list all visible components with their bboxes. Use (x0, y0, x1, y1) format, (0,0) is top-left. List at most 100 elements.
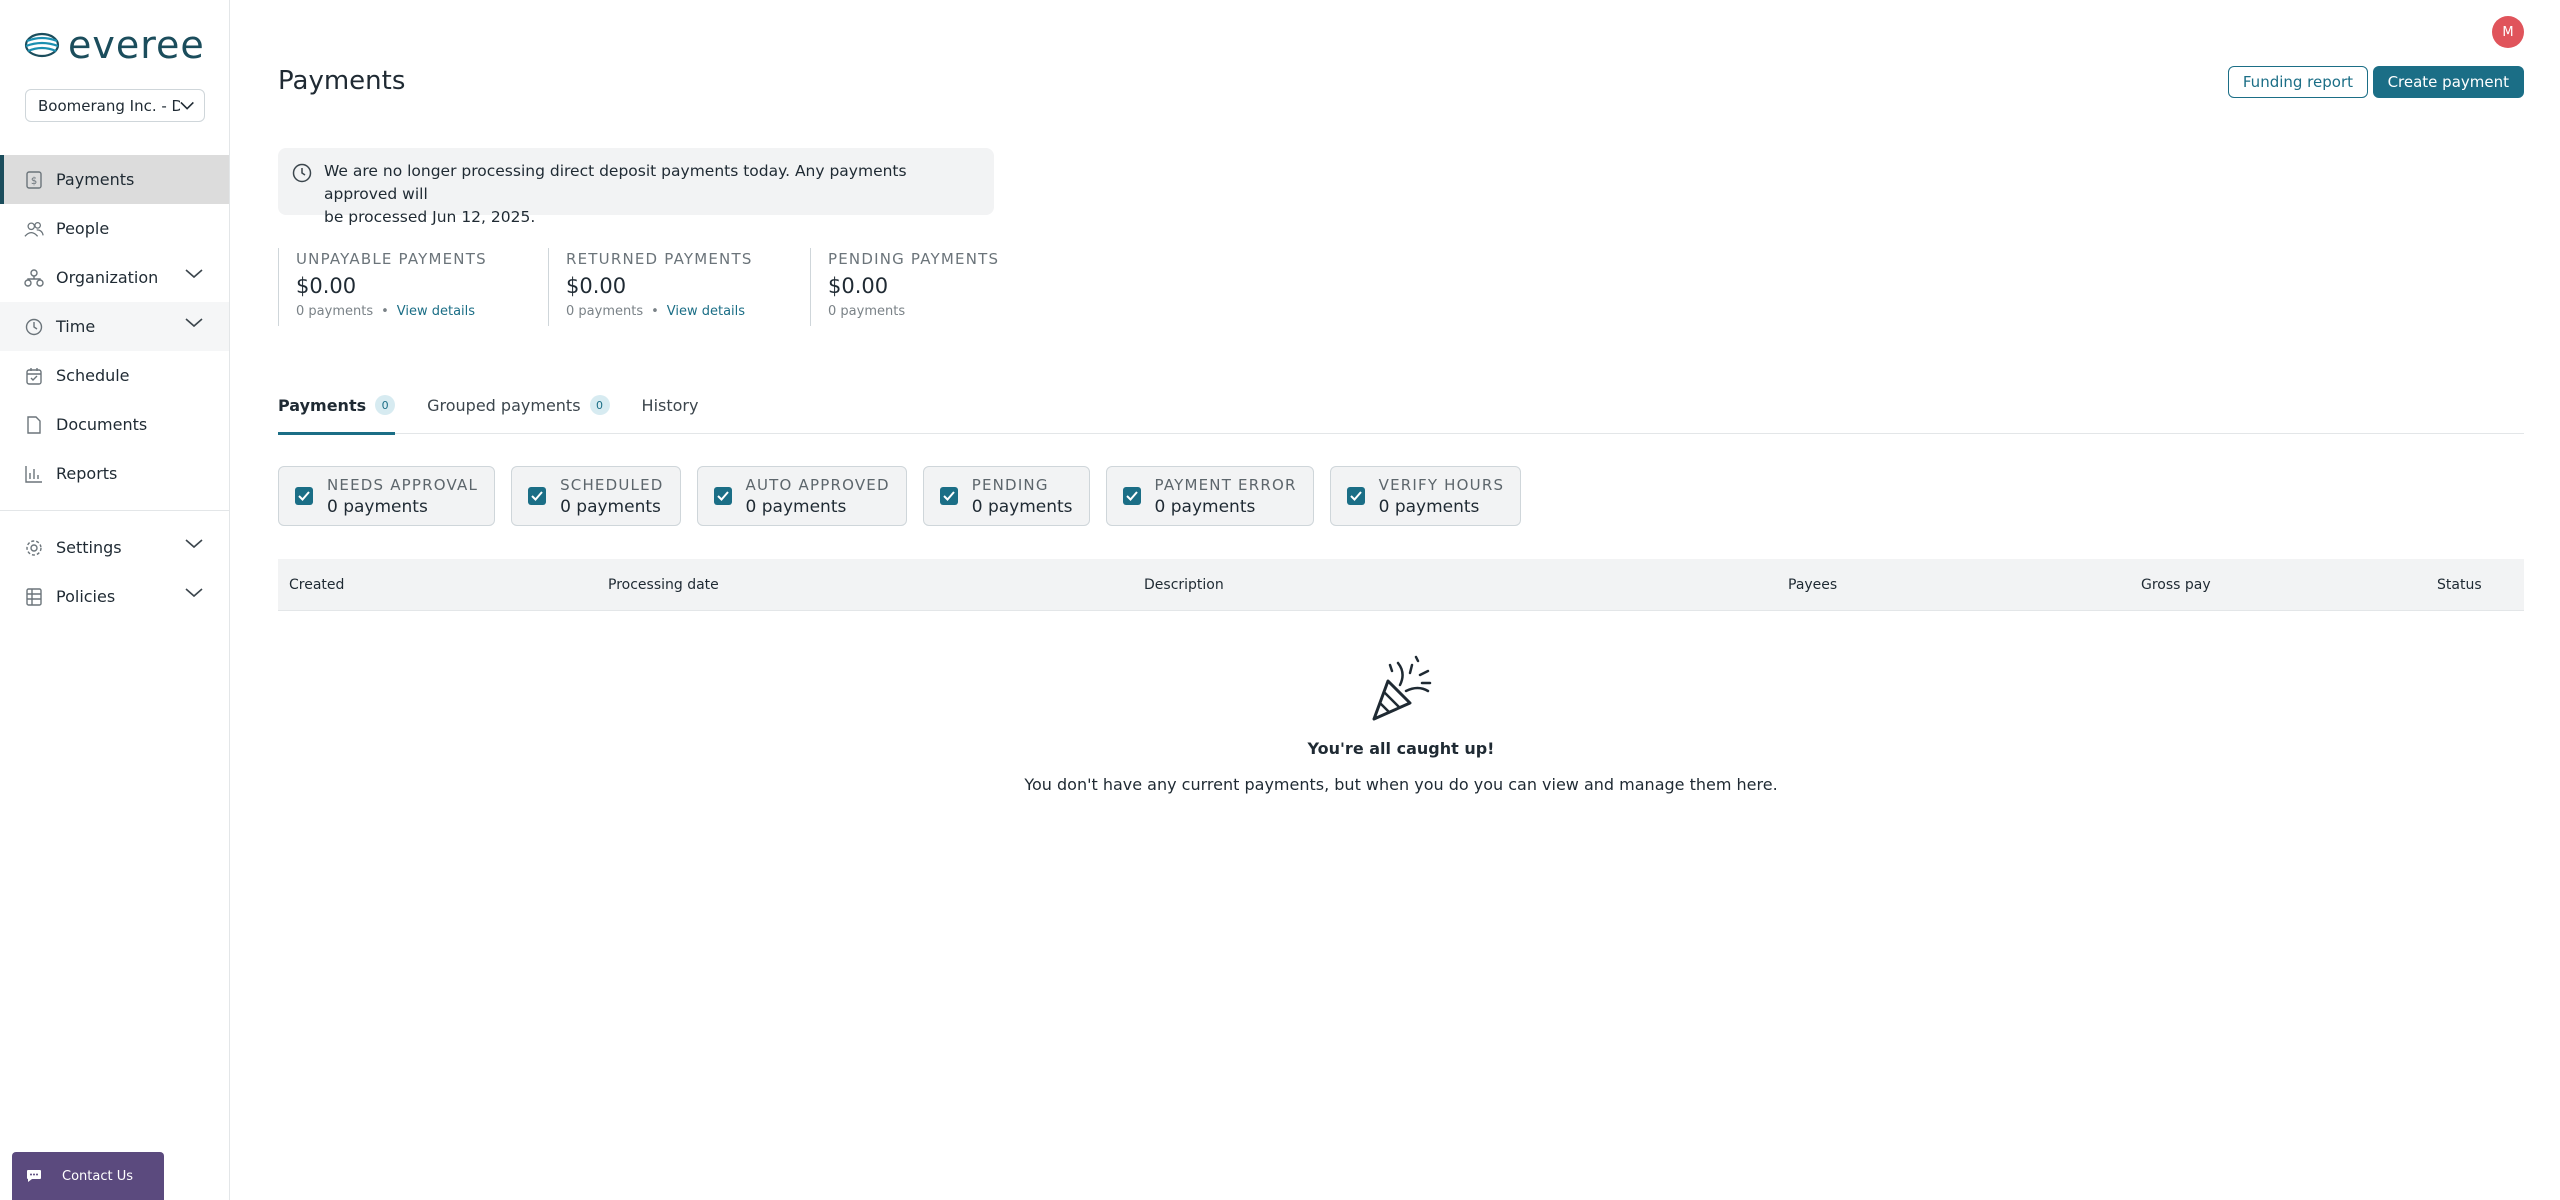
sidebar-item-schedule[interactable]: Schedule (0, 351, 229, 400)
count-badge: 0 (375, 395, 396, 415)
filter-scheduled[interactable]: Scheduled 0 payments (511, 466, 681, 526)
filter-title: Needs approval (327, 475, 479, 494)
party-popper-icon (1372, 655, 1432, 721)
grid-icon (24, 587, 44, 607)
chevron-down-icon (180, 101, 194, 110)
empty-state-title: You're all caught up! (1307, 739, 1495, 758)
count-badge: 0 (589, 395, 610, 415)
sidebar-item-label: Organization (56, 268, 159, 287)
document-icon (24, 415, 44, 435)
payment-summary: Unpayable payments $0.00 0 payments • Vi… (278, 248, 1010, 326)
sidebar-item-payments[interactable]: $ Payments (0, 155, 229, 204)
contact-us-button[interactable]: Contact Us (12, 1152, 164, 1200)
filter-title: Verify hours (1378, 475, 1505, 494)
checkbox-checked-icon[interactable] (295, 487, 313, 505)
sidebar-item-label: People (56, 219, 110, 238)
summary-amount: $0.00 (566, 274, 627, 298)
funding-report-button[interactable]: Funding report (2227, 66, 2368, 98)
globe-logo-icon (24, 32, 60, 58)
summary-meta: 0 payments • View details (566, 304, 810, 319)
sidebar-item-label: Documents (56, 415, 148, 434)
checkbox-checked-icon[interactable] (1346, 487, 1365, 505)
tab-label: Payments (278, 395, 367, 415)
sidebar-item-label: Schedule (56, 366, 130, 385)
sidebar-item-documents[interactable]: Documents (0, 400, 229, 449)
status-filters: Needs approval 0 payments Scheduled 0 paym… (278, 466, 1522, 526)
column-header-gross-pay[interactable]: Gross pay (2141, 577, 2211, 593)
view-details-link[interactable]: View details (397, 304, 475, 319)
create-payment-button[interactable]: Create payment (2372, 66, 2524, 98)
summary-card-pending: Pending payments $0.00 0 payments (810, 248, 1010, 326)
chevron-down-icon (185, 318, 203, 328)
filter-verify-hours[interactable]: Verify hours 0 payments (1329, 466, 1522, 526)
sidebar-item-organization[interactable]: Organization (0, 253, 229, 302)
column-header-processing-date[interactable]: Processing date (608, 577, 719, 593)
checkbox-checked-icon[interactable] (713, 487, 732, 505)
filter-payment-error[interactable]: Payment error 0 payments (1105, 466, 1314, 526)
sidebar-item-time[interactable]: Time (0, 302, 229, 351)
svg-text:$: $ (31, 176, 37, 187)
summary-meta: 0 payments • View details (296, 304, 548, 319)
summary-title: Pending payments (828, 250, 1000, 268)
checkbox-checked-icon[interactable] (939, 487, 958, 505)
filter-title: Scheduled (560, 475, 664, 494)
notice-line-2: be processed Jun 12, 2025. (324, 208, 536, 226)
contact-us-label: Contact Us (62, 1168, 133, 1184)
clock-icon (292, 163, 312, 183)
gear-icon (24, 538, 44, 558)
checkbox-checked-icon[interactable] (528, 487, 547, 505)
sidebar-item-reports[interactable]: Reports (0, 449, 229, 498)
tab-grouped-payments[interactable]: Grouped payments 0 (427, 382, 610, 434)
tab-history[interactable]: History (642, 382, 699, 434)
sidebar: everee Boomerang Inc. - D... $ Payments … (0, 0, 230, 1200)
filter-count: 0 payments (745, 496, 847, 517)
sidebar-item-settings[interactable]: Settings (0, 523, 229, 572)
column-header-payees[interactable]: Payees (1788, 577, 1837, 593)
sidebar-item-label: Settings (56, 538, 122, 557)
tab-label: Grouped payments (427, 395, 581, 415)
sidebar-item-label: Policies (56, 587, 116, 606)
sidebar-item-people[interactable]: People (0, 204, 229, 253)
filter-needs-approval[interactable]: Needs approval 0 payments (278, 466, 496, 526)
filter-count: 0 payments (1378, 496, 1480, 517)
column-header-created[interactable]: Created (289, 577, 344, 593)
filter-title: Payment error (1154, 475, 1297, 494)
summary-title: Unpayable payments (296, 250, 487, 268)
empty-state: You're all caught up! You don't have any… (278, 655, 2524, 794)
tab-payments[interactable]: Payments 0 (278, 382, 396, 435)
brand-name: everee (68, 23, 205, 67)
column-header-status[interactable]: Status (2437, 577, 2482, 593)
filter-auto-approved[interactable]: Auto approved 0 payments (696, 466, 907, 526)
summary-meta: 0 payments (828, 304, 1010, 319)
nav-divider (0, 510, 229, 511)
people-icon (24, 219, 44, 239)
view-details-link[interactable]: View details (667, 304, 745, 319)
dollar-doc-icon: $ (24, 170, 44, 190)
everee-logo[interactable]: everee (24, 26, 205, 64)
filter-count: 0 payments (560, 496, 661, 517)
org-chart-icon (24, 268, 44, 288)
chevron-down-icon (185, 269, 203, 279)
main-content: M Payments Funding report Create payment… (230, 0, 2560, 1200)
chevron-down-icon (185, 539, 203, 549)
filter-pending[interactable]: Pending 0 payments (922, 466, 1090, 526)
column-header-description[interactable]: Description (1144, 577, 1224, 593)
company-select-value: Boomerang Inc. - D... (38, 96, 180, 115)
sidebar-item-policies[interactable]: Policies (0, 572, 229, 621)
summary-amount: $0.00 (828, 274, 889, 298)
summary-count: 0 payments (566, 304, 644, 319)
bar-chart-icon (24, 464, 44, 484)
filter-count: 0 payments (971, 496, 1073, 517)
filter-title: Auto approved (745, 475, 890, 494)
page-title: Payments (278, 66, 406, 96)
filter-count: 0 payments (1154, 496, 1256, 517)
user-avatar[interactable]: M (2492, 16, 2524, 48)
calendar-icon (24, 366, 44, 386)
checkbox-checked-icon[interactable] (1122, 487, 1141, 505)
filter-title: Pending (971, 475, 1049, 494)
company-select[interactable]: Boomerang Inc. - D... (25, 89, 205, 122)
filter-count: 0 payments (327, 496, 428, 517)
tab-label: History (641, 395, 699, 415)
chevron-down-icon (185, 588, 203, 598)
summary-card-returned: Returned payments $0.00 0 payments • Vie… (548, 248, 810, 326)
